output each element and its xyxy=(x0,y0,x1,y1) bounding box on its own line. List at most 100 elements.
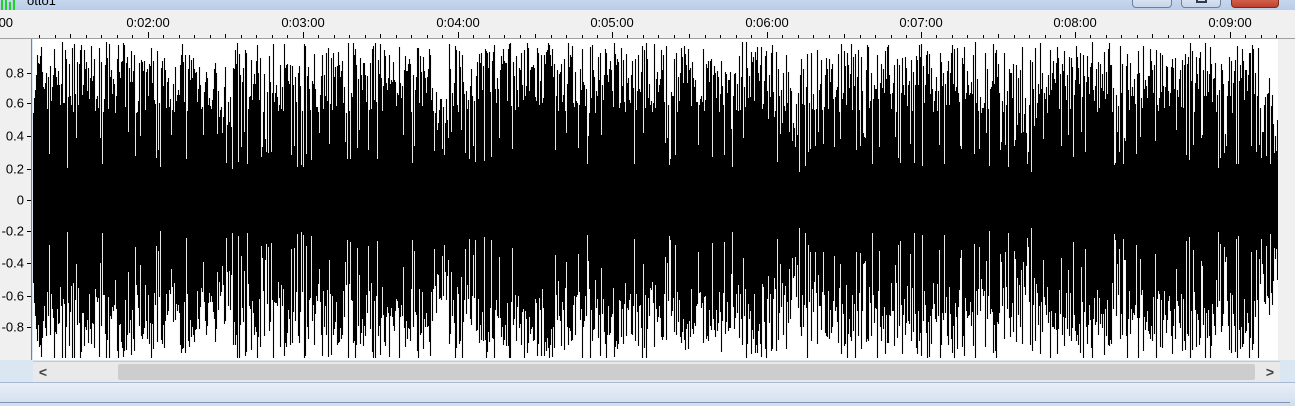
ruler-minor-tick xyxy=(1106,35,1107,38)
ruler-major-tick xyxy=(612,32,613,38)
window-title: otto1 xyxy=(27,0,56,8)
amplitude-tick xyxy=(27,73,31,74)
waveform-core-band xyxy=(33,172,1278,228)
ruler-minor-tick xyxy=(782,35,783,38)
amplitude-tick xyxy=(27,263,31,264)
ruler-minor-tick xyxy=(998,34,999,38)
ruler-minor-tick xyxy=(489,35,490,38)
scroll-right-arrow[interactable]: > xyxy=(1260,362,1280,382)
ruler-minor-tick xyxy=(891,35,892,38)
ruler-minor-tick xyxy=(287,35,288,38)
ruler-minor-tick xyxy=(983,35,984,38)
ruler-minor-tick xyxy=(365,35,366,38)
ruler-major-tick xyxy=(921,32,922,38)
ruler-minor-tick xyxy=(86,35,87,38)
waveform-right-margin xyxy=(1278,39,1295,360)
window-titlebar[interactable]: otto1 xyxy=(0,0,1295,10)
ruler-minor-tick xyxy=(132,35,133,38)
ruler-major-tick xyxy=(458,32,459,38)
horizontal-scrollbar[interactable]: < > xyxy=(33,361,1280,382)
amplitude-label: -0.8 xyxy=(1,319,24,335)
ruler-minor-tick xyxy=(163,35,164,38)
scroll-thumb[interactable] xyxy=(118,364,1255,380)
ruler-minor-tick xyxy=(736,35,737,38)
ruler-minor-tick xyxy=(936,35,937,38)
ruler-label: 0:08:00 xyxy=(1053,15,1097,30)
ruler-label: 0:07:00 xyxy=(899,15,943,30)
ruler-minor-tick xyxy=(720,35,721,38)
ruler-major-tick xyxy=(1075,32,1076,38)
ruler-minor-tick xyxy=(334,35,335,38)
waveform-plot xyxy=(33,42,1278,358)
amplitude-label: 0 xyxy=(16,192,24,208)
ruler-minor-tick xyxy=(442,35,443,38)
maximize-button[interactable] xyxy=(1181,0,1221,8)
frame-divider xyxy=(0,402,1290,403)
amplitude-tick xyxy=(27,327,31,328)
ruler-minor-tick xyxy=(658,35,659,38)
ruler-label: 0:06:00 xyxy=(745,15,789,30)
ruler-label: 0:04:00 xyxy=(436,15,480,30)
ruler-minor-tick xyxy=(705,35,706,38)
amplitude-label: -0.4 xyxy=(1,255,24,271)
ruler-minor-tick xyxy=(535,34,536,38)
ruler-minor-tick xyxy=(70,34,71,38)
ruler-minor-tick xyxy=(1090,35,1091,38)
ruler-minor-tick xyxy=(411,35,412,38)
ruler-minor-tick xyxy=(1045,35,1046,38)
minimize-button[interactable] xyxy=(1132,0,1172,8)
ruler-minor-tick xyxy=(473,35,474,38)
ruler-minor-tick xyxy=(39,35,40,38)
waveform-view[interactable] xyxy=(33,39,1278,360)
ruler-minor-tick xyxy=(241,35,242,38)
ruler-minor-tick xyxy=(349,35,350,38)
scroll-left-arrow[interactable]: < xyxy=(33,362,53,382)
ruler-minor-tick xyxy=(674,35,675,38)
amplitude-label: 0.4 xyxy=(5,128,24,144)
amplitude-label: -0.2 xyxy=(1,223,24,239)
ruler-minor-tick xyxy=(798,35,799,38)
ruler-minor-tick xyxy=(844,34,845,38)
ruler-minor-tick xyxy=(751,35,752,38)
ruler-label: 0:03:00 xyxy=(281,15,325,30)
ruler-minor-tick xyxy=(1152,34,1153,38)
ruler-minor-tick xyxy=(1029,35,1030,38)
ruler-minor-tick xyxy=(117,35,118,38)
ruler-minor-tick xyxy=(643,35,644,38)
ruler-minor-tick xyxy=(210,35,211,38)
ruler-minor-tick xyxy=(1121,35,1122,38)
ruler-minor-tick xyxy=(101,35,102,38)
ruler-start-label: :00 xyxy=(0,15,14,30)
close-button[interactable] xyxy=(1231,0,1279,8)
ruler-minor-tick xyxy=(1168,35,1169,38)
amplitude-tick xyxy=(27,200,31,201)
ruler-label: 0:09:00 xyxy=(1208,15,1252,30)
ruler-minor-tick xyxy=(1261,35,1262,38)
ruler-minor-tick xyxy=(1199,35,1200,38)
maximize-icon xyxy=(1196,0,1207,3)
amplitude-tick xyxy=(27,231,31,232)
ruler-major-tick xyxy=(1230,32,1231,38)
ruler-label: 0:05:00 xyxy=(590,15,634,30)
window-bottom-frame xyxy=(0,382,1295,406)
amplitude-label: 0.2 xyxy=(5,161,24,177)
ruler-minor-tick xyxy=(829,35,830,38)
waveform-app-icon xyxy=(1,0,15,10)
ruler-minor-tick xyxy=(1137,35,1138,38)
ruler-minor-tick xyxy=(1214,35,1215,38)
ruler-minor-tick xyxy=(504,35,505,38)
ruler-minor-tick xyxy=(55,35,56,38)
amplitude-tick xyxy=(27,169,31,170)
ruler-label: 0:02:00 xyxy=(126,15,170,30)
ruler-minor-tick xyxy=(194,35,195,38)
ruler-minor-tick xyxy=(225,34,226,38)
ruler-minor-tick xyxy=(1060,35,1061,38)
ruler-minor-tick xyxy=(689,34,690,38)
ruler-minor-tick xyxy=(427,35,428,38)
ruler-minor-tick xyxy=(627,35,628,38)
amplitude-label: 0.8 xyxy=(5,65,24,81)
ruler-major-tick xyxy=(148,32,149,38)
ruler-minor-tick xyxy=(1014,35,1015,38)
ruler-major-tick xyxy=(767,32,768,38)
ruler-minor-tick xyxy=(566,35,567,38)
